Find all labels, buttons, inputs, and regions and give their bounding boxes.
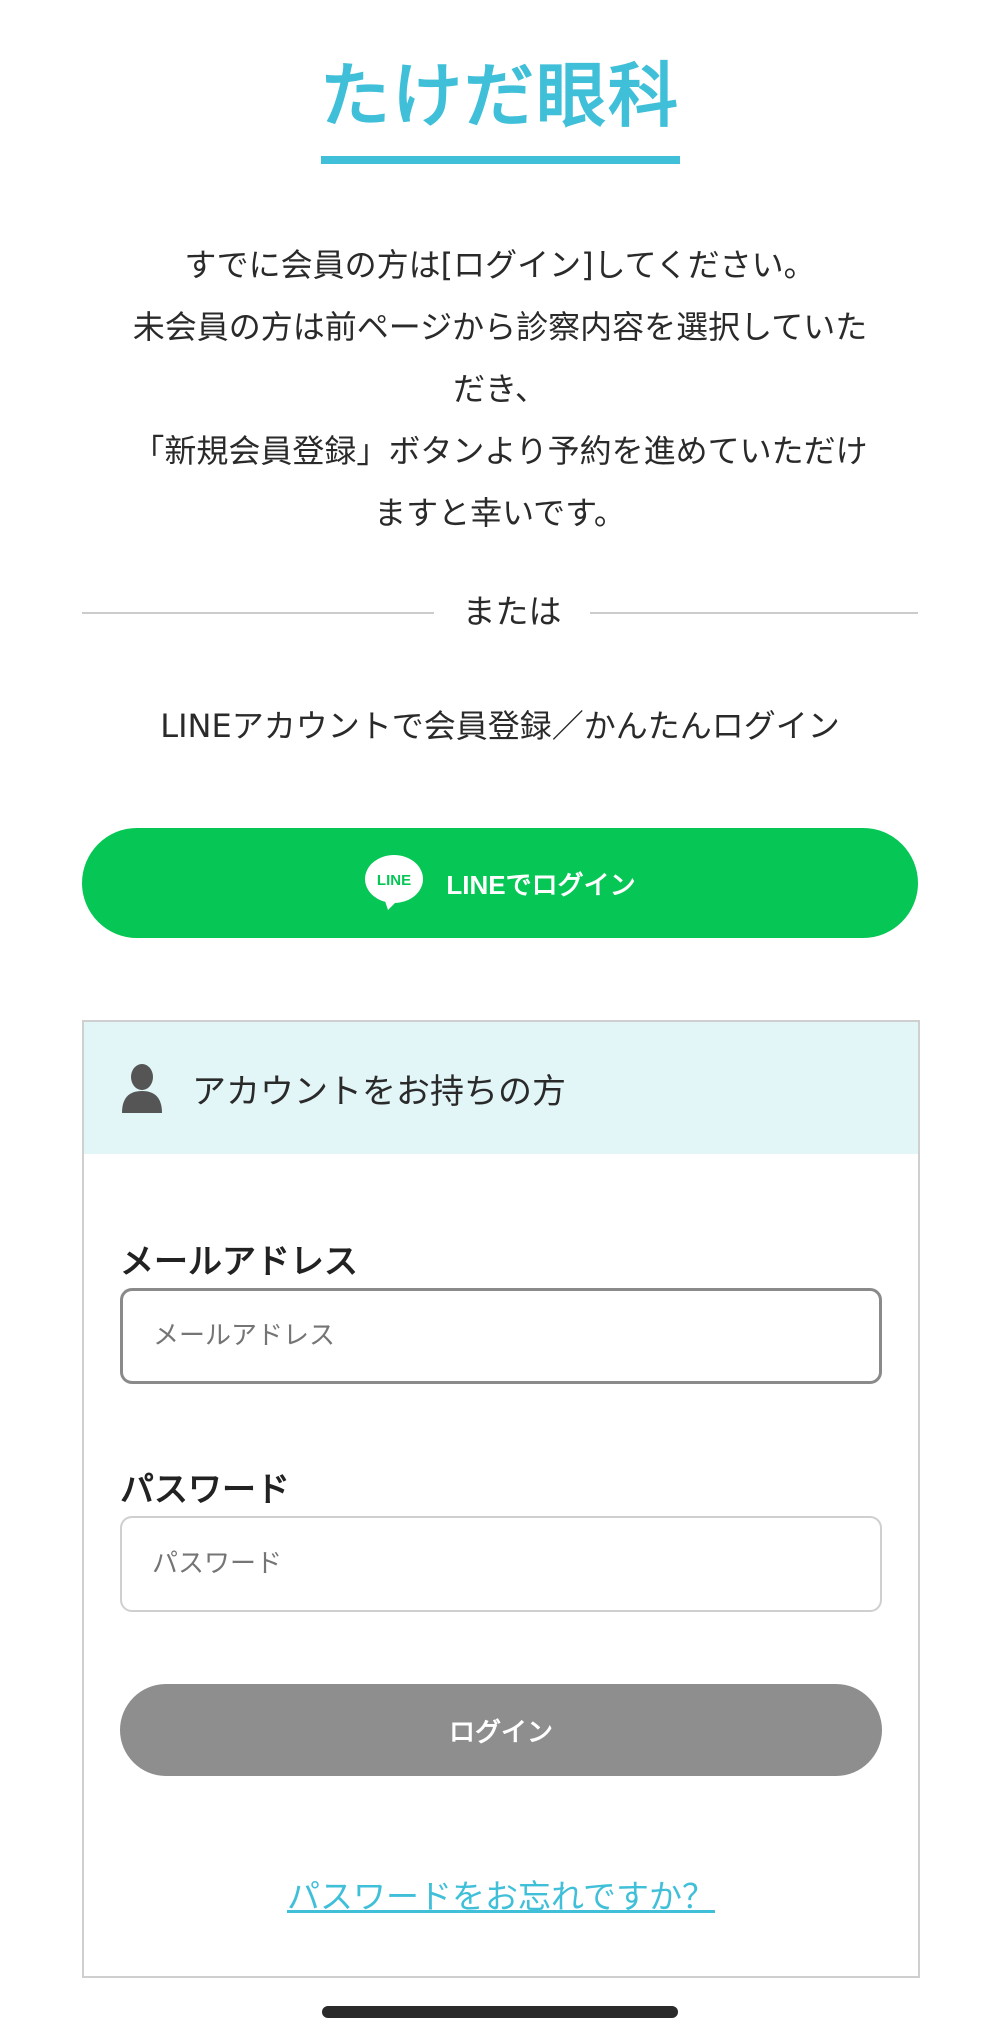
- intro-line: ますと幸いです。: [374, 494, 626, 532]
- intro-line: だき、: [453, 370, 547, 408]
- email-label: メールアドレス: [120, 1242, 358, 1282]
- line-login-button-label: LINEでログイン: [446, 869, 636, 900]
- login-button[interactable]: ログイン: [120, 1684, 882, 1776]
- person-icon: [120, 1063, 164, 1113]
- card-header: アカウントをお持ちの方: [84, 1022, 918, 1154]
- intro-line: すでに会員の方は[ログイン]してください。: [184, 246, 816, 284]
- password-label: パスワード: [120, 1470, 290, 1510]
- forgot-password-link[interactable]: パスワードをお忘れですか？: [84, 1870, 918, 1918]
- line-logo-icon: LINE: [364, 854, 424, 912]
- line-login-caption: LINEアカウントで会員登録／かんたんログイン: [160, 707, 840, 745]
- account-login-card: アカウントをお持ちの方 メールアドレス パスワード ログイン パスワードをお忘れ…: [82, 1020, 920, 1978]
- divider-line-right: [590, 612, 918, 614]
- email-field[interactable]: [120, 1288, 882, 1384]
- divider-line-left: [82, 612, 434, 614]
- site-title: たけだ眼科: [320, 55, 680, 137]
- intro-line: 「新規会員登録」ボタンより予約を進めていただけ: [132, 432, 868, 470]
- intro-text: すでに会員の方は[ログイン]してください。 未会員の方は前ページから診察内容を選…: [82, 234, 918, 544]
- card-header-title: アカウントをお持ちの方: [192, 1071, 566, 1112]
- home-indicator: [322, 2006, 678, 2018]
- line-logo-text: LINE: [377, 872, 411, 889]
- password-field[interactable]: [120, 1516, 882, 1612]
- intro-line: 未会員の方は前ページから診察内容を選択していた: [132, 308, 868, 346]
- divider-label: または: [462, 592, 562, 631]
- title-underline: [321, 156, 680, 164]
- or-divider: または: [82, 580, 918, 644]
- line-login-button[interactable]: LINE LINEでログイン: [82, 828, 918, 938]
